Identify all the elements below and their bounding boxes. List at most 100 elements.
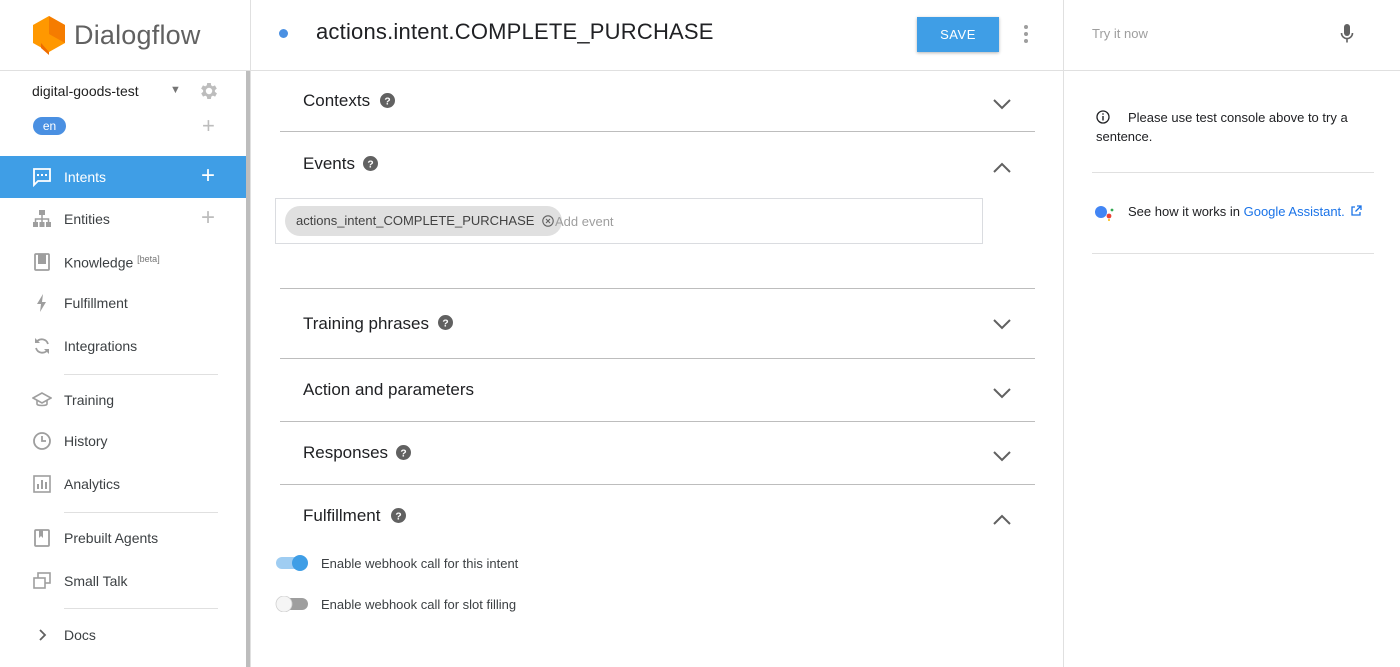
google-assistant-text: See how it works in Google Assistant. <box>1128 204 1363 219</box>
sidebar-item-small-talk[interactable]: Small Talk <box>0 560 247 602</box>
sidebar-item-prebuilt-agents[interactable]: Prebuilt Agents <box>0 517 247 559</box>
sidebar-scrollbar[interactable] <box>246 71 250 667</box>
svg-text:?: ? <box>384 96 390 107</box>
intent-header: actions.intent.COMPLETE_PURCHASE SAVE <box>251 0 1063 71</box>
slot-filling-toggle-label: Enable webhook call for slot filling <box>321 597 517 612</box>
brand-name: Dialogflow <box>74 19 201 50</box>
section-title: Action and parameters <box>303 380 475 399</box>
section-events: Events ? actions_intent_COMPLETE_PURCHAS… <box>275 132 1035 289</box>
sidebar-item-label: Fulfillment <box>64 295 128 311</box>
more-vert-icon[interactable] <box>1019 22 1033 46</box>
webhook-toggle-label: Enable webhook call for this intent <box>321 556 519 571</box>
logo[interactable]: Dialogflow <box>0 0 250 71</box>
add-event-placeholder[interactable]: Add event <box>555 214 614 229</box>
divider <box>1092 253 1374 254</box>
close-circle-icon[interactable] <box>542 215 555 227</box>
knowledge-label: Knowledge <box>64 254 134 271</box>
add-language-icon[interactable]: + <box>202 115 215 137</box>
sidebar-item-label: Small Talk <box>64 573 128 589</box>
webhook-toggle[interactable] <box>275 555 309 571</box>
chevron-up-icon[interactable] <box>992 162 1012 174</box>
chat-bubble-icon <box>33 168 51 187</box>
sidebar-item-label: Knowledge [beta] <box>64 254 160 271</box>
book-icon <box>34 253 50 271</box>
sidebar-item-docs[interactable]: Docs <box>0 614 247 656</box>
sidebar-divider <box>64 374 218 375</box>
google-assistant-icon <box>1095 206 1114 221</box>
sync-icon <box>35 338 49 354</box>
section-title: Contexts <box>303 91 371 110</box>
try-it-bar: Try it now <box>1064 0 1400 71</box>
event-chip-label: actions_intent_COMPLETE_PURCHASE <box>296 213 535 228</box>
microphone-icon[interactable] <box>1340 23 1354 45</box>
chevron-up-icon[interactable] <box>992 514 1012 526</box>
help-icon[interactable]: ? <box>391 508 406 523</box>
caret-down-icon[interactable]: ▼ <box>170 84 181 96</box>
sidebar-item-label: Integrations <box>64 338 138 354</box>
gear-icon[interactable] <box>198 80 220 102</box>
hierarchy-icon <box>33 210 51 227</box>
svg-text:?: ? <box>442 318 448 329</box>
sidebar-item-label: Entities <box>64 211 110 227</box>
chevron-right-icon <box>39 629 47 641</box>
sidebar-item-label: Intents <box>64 169 107 185</box>
beta-badge: [beta] <box>137 253 160 264</box>
sidebar-item-label: Training <box>64 392 115 408</box>
chevron-down-icon[interactable] <box>992 450 1012 462</box>
help-icon[interactable]: ? <box>363 156 378 171</box>
chat-windows-icon <box>33 572 51 589</box>
sidebar-item-entities[interactable]: Entities + <box>0 198 247 240</box>
intent-editor: actions.intent.COMPLETE_PURCHASE SAVE Co… <box>251 0 1064 667</box>
agent-selector[interactable]: digital-goods-test ▼ <box>0 80 247 104</box>
help-icon[interactable]: ? <box>380 93 395 108</box>
help-icon[interactable]: ? <box>396 445 411 460</box>
bar-chart-icon <box>33 475 51 493</box>
event-chip[interactable]: actions_intent_COMPLETE_PURCHASE <box>285 206 563 236</box>
google-assistant-link[interactable]: Google Assistant. <box>1244 204 1345 219</box>
svg-text:?: ? <box>400 448 406 459</box>
slot-filling-toggle[interactable] <box>275 596 309 612</box>
intent-title[interactable]: actions.intent.COMPLETE_PURCHASE <box>316 19 714 45</box>
section-title: Events <box>303 154 355 173</box>
help-icon[interactable]: ? <box>438 315 453 330</box>
sidebar-item-label: Analytics <box>64 476 121 492</box>
sidebar-divider <box>64 608 218 609</box>
try-it-input[interactable]: Try it now <box>1092 26 1148 41</box>
sidebar-item-label: Prebuilt Agents <box>64 530 159 546</box>
bolt-icon <box>37 294 46 312</box>
sidebar-item-intents[interactable]: Intents + <box>0 156 247 198</box>
svg-text:?: ? <box>367 159 373 170</box>
sidebar-item-training[interactable]: Training <box>0 379 247 421</box>
section-responses[interactable]: Responses ? <box>280 422 1035 485</box>
sidebar-item-integrations[interactable]: Integrations <box>0 325 247 367</box>
info-message: Please use test console above to try a s… <box>1096 110 1348 144</box>
section-training-phrases[interactable]: Training phrases ? <box>280 289 1035 359</box>
save-button[interactable]: SAVE <box>917 17 999 52</box>
chevron-down-icon[interactable] <box>992 98 1012 110</box>
add-intent-icon[interactable]: + <box>201 164 215 188</box>
sidebar-item-analytics[interactable]: Analytics <box>0 463 247 505</box>
sidebar-divider <box>64 512 218 513</box>
language-badge[interactable]: en <box>33 117 66 135</box>
sidebar-item-label: Docs <box>64 627 96 643</box>
sidebar-item-knowledge[interactable]: Knowledge [beta] <box>0 241 247 283</box>
sidebar-item-label: History <box>64 433 108 449</box>
section-action-parameters[interactable]: Action and parameters <box>280 359 1035 422</box>
section-title: Training phrases <box>303 314 429 333</box>
graduation-cap-icon <box>32 392 52 407</box>
sidebar-item-history[interactable]: History <box>0 420 247 462</box>
clock-icon <box>33 432 51 450</box>
dialogflow-logo-icon <box>33 16 65 55</box>
section-title: Fulfillment <box>303 506 381 525</box>
section-title: Responses <box>303 443 389 462</box>
add-entity-icon[interactable]: + <box>201 206 215 230</box>
sidebar-item-fulfillment[interactable]: Fulfillment <box>0 282 247 324</box>
chevron-down-icon[interactable] <box>992 318 1012 330</box>
section-contexts[interactable]: Contexts ? <box>280 71 1035 132</box>
intent-status-dot <box>279 29 288 38</box>
external-link-icon[interactable] <box>1350 205 1363 217</box>
events-input[interactable]: actions_intent_COMPLETE_PURCHASE Add eve… <box>275 198 983 244</box>
test-console: Try it now Please use test console above… <box>1064 0 1400 667</box>
sidebar: Dialogflow digital-goods-test ▼ en + Int… <box>0 0 251 667</box>
chevron-down-icon[interactable] <box>992 387 1012 399</box>
